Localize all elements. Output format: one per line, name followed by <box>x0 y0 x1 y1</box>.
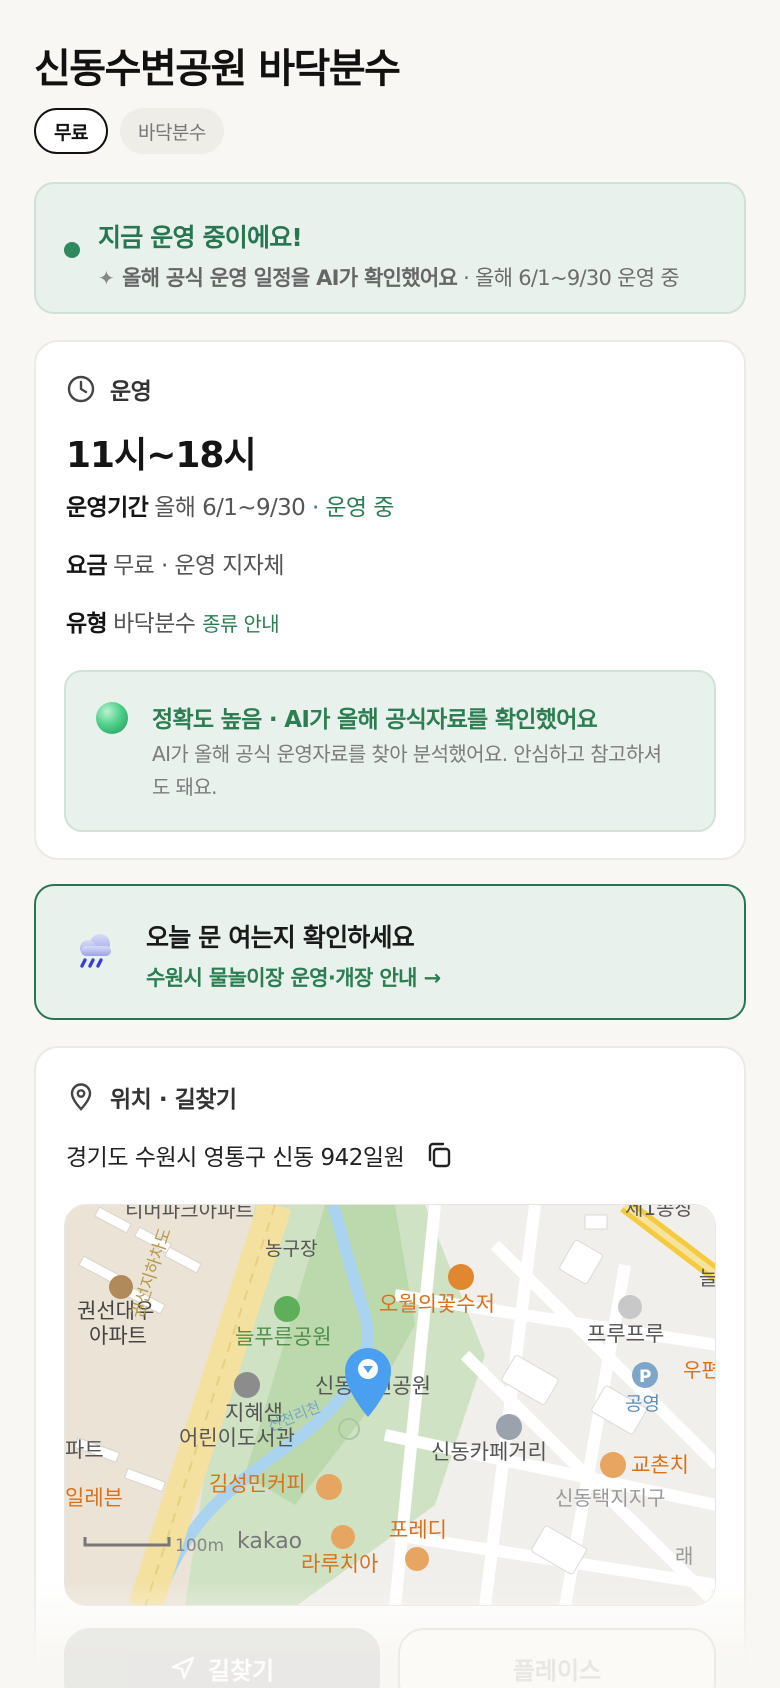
accuracy-orb-icon <box>96 702 128 734</box>
ai-note: 올해 공식 운영 일정을 AI가 확인했어요 <box>122 266 458 290</box>
map-label-jeil: 제1종장 <box>625 1205 693 1220</box>
map-view[interactable]: 티머파크아파트 제1종장 농구장 권선대우 아파트 오월의꽃수저 프루프루 늘푸… <box>64 1204 716 1606</box>
svg-text:P: P <box>639 1367 651 1387</box>
opening-notice-card[interactable]: 오늘 문 여는지 확인하세요 수원시 물놀이장 운영·개장 안내 → <box>34 884 746 1020</box>
kakao-logo: kakao <box>237 1529 302 1554</box>
type-value: 바닥분수 <box>113 611 196 637</box>
period-row: 운영기간 올해 6/1~9/30 · 운영 중 <box>66 488 394 522</box>
restaurant-marker-icon <box>448 1264 474 1290</box>
map-label-rae: 래 <box>675 1544 693 1568</box>
cafe-street-marker-icon <box>496 1414 522 1440</box>
map-label-apartment: 아파트 <box>89 1324 147 1348</box>
map-label-gyochon: 교촌치 <box>631 1453 689 1477</box>
directions-button-label: 길찾기 <box>207 1656 275 1685</box>
operation-card: 운영 11시~18시 운영기간 올해 6/1~9/30 · 운영 중 요금 무료 ·… <box>34 340 746 860</box>
notice-link[interactable]: 수원시 물놀이장 운영·개장 안내 → <box>146 962 441 992</box>
address-text: 경기도 수원시 영통구 신동 942일원 <box>66 1145 405 1171</box>
map-label-kim-coffee: 김성민커피 <box>209 1472 306 1496</box>
status-dot <box>64 242 80 258</box>
type-row: 유형 바닥분수 종류 안내 <box>66 604 280 638</box>
shop-marker-icon <box>618 1295 642 1319</box>
location-header: 위치 · 길찾기 <box>66 1080 237 1114</box>
map-label-nonggujang: 농구장 <box>265 1238 317 1260</box>
page: 신동수변공원 바닥분수 무료 바닥분수 지금 운영 중이에요! ✦ 올해 공식 운… <box>0 0 780 1688</box>
food-marker-icon-2 <box>405 1547 429 1571</box>
location-pin-icon <box>70 1083 92 1111</box>
copy-icon[interactable] <box>424 1140 454 1170</box>
map-label-sindong-district: 신동택지지구 <box>555 1486 665 1510</box>
map-label-part: 파트 <box>65 1438 104 1462</box>
map-label-poredi: 포레디 <box>389 1518 447 1542</box>
fee-label: 요금 <box>66 553 108 579</box>
map-label-ubin: 우편 <box>683 1358 716 1382</box>
period-status: · 운영 중 <box>311 495 394 521</box>
food-marker-icon <box>331 1525 355 1549</box>
rain-cloud-icon <box>80 934 111 968</box>
navigation-arrow-icon <box>171 1656 195 1680</box>
map-label-neulpureun: 늘푸른공원 <box>235 1325 332 1349</box>
map-label-cafe-street: 신동카페거리 <box>431 1440 547 1464</box>
map-label-prupru: 프루프루 <box>587 1322 664 1346</box>
status-card: 지금 운영 중이에요! ✦ 올해 공식 운영 일정을 AI가 확인했어요 · 올해… <box>34 182 746 314</box>
operating-hours: 11시~18시 <box>66 435 257 476</box>
fee-row: 요금 무료 · 운영 지자체 <box>66 546 284 580</box>
notice-title: 오늘 문 여는지 확인하세요 <box>146 923 415 952</box>
clock-icon <box>67 375 95 403</box>
period-label: 운영기간 <box>66 495 149 521</box>
library-marker-icon <box>234 1372 260 1398</box>
type-label: 유형 <box>66 611 108 637</box>
place-button[interactable]: 플레이스 <box>398 1628 716 1688</box>
status-detail: · 올해 6/1~9/30 운영 중 <box>463 266 680 290</box>
map-label-ilrebeun: 일레븐 <box>65 1486 123 1510</box>
address-row: 경기도 수원시 영통구 신동 942일원 <box>66 1138 454 1172</box>
map-label-gongyeong: 공영 <box>625 1393 660 1415</box>
place-button-label: 플레이스 <box>512 1656 602 1685</box>
page-title: 신동수변공원 바닥분수 <box>34 46 401 92</box>
tag-list: 무료 바닥분수 <box>34 108 224 154</box>
status-subtitle: ✦ 올해 공식 운영 일정을 AI가 확인했어요 · 올해 6/1~9/30 운영… <box>98 262 680 292</box>
directions-button[interactable]: 길찾기 <box>64 1628 380 1688</box>
period-value: 올해 6/1~9/30 <box>154 495 306 521</box>
map-scale-label: 100m <box>175 1536 224 1556</box>
operation-label: 운영 <box>110 379 152 405</box>
map-label-laruchia: 라루치아 <box>301 1552 378 1576</box>
type-guide-link[interactable]: 종류 안내 <box>202 612 280 636</box>
coffee-marker-icon <box>316 1474 342 1500</box>
map-label-owol: 오월의꽃수저 <box>379 1292 495 1316</box>
park-marker-icon <box>274 1296 300 1322</box>
tag-type[interactable]: 바닥분수 <box>119 108 224 154</box>
accuracy-description: AI가 올해 공식 운영자료를 찾아 분석했어요. 안심하고 참고하셔도 돼요. <box>152 742 662 799</box>
location-label: 위치 · 길찾기 <box>110 1087 237 1113</box>
map-label-apt-top: 티머파크아파트 <box>125 1205 254 1222</box>
map-label-neul: 늘 <box>699 1266 716 1290</box>
status-title: 지금 운영 중이에요! <box>98 223 303 252</box>
chicken-marker-icon <box>600 1452 626 1478</box>
operation-header: 운영 <box>66 372 152 406</box>
sparkle-icon: ✦ <box>98 266 115 290</box>
fee-value: 무료 · 운영 지자체 <box>113 553 284 579</box>
accuracy-box: 정확도 높음 · AI가 올해 공식자료를 확인했어요 AI가 올해 공식 운영… <box>64 670 716 832</box>
accuracy-title: 정확도 높음 · AI가 올해 공식자료를 확인했어요 <box>152 707 598 733</box>
tag-free[interactable]: 무료 <box>34 108 108 154</box>
apartment-marker-icon <box>109 1275 133 1299</box>
